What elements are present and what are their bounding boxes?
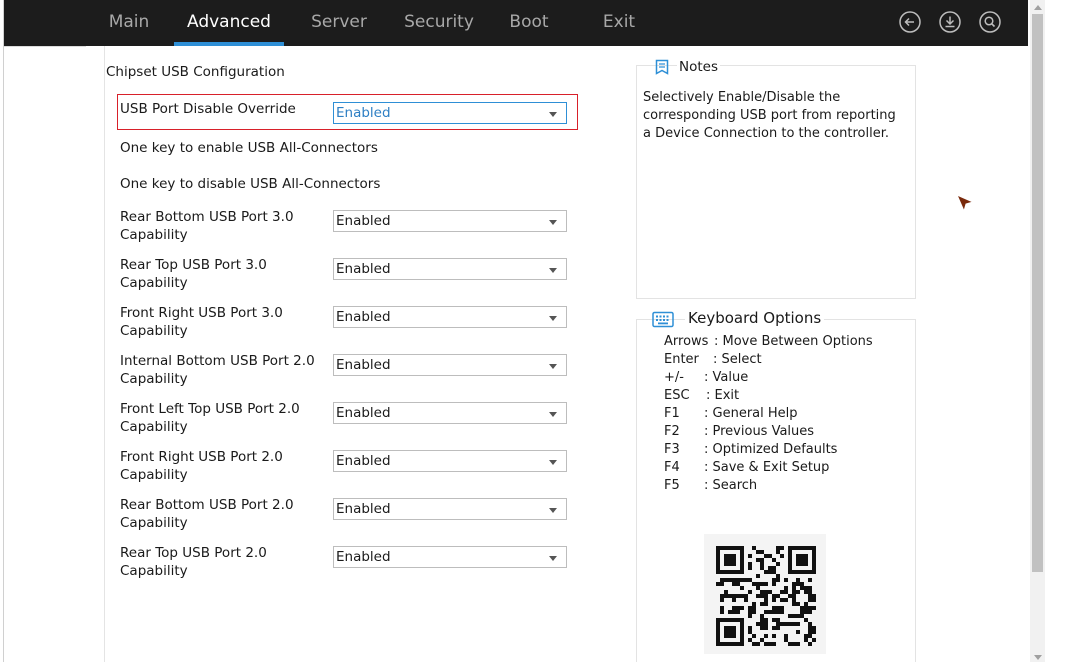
port-dropdown-rear-bottom-3[interactable]: Enabled <box>333 210 567 232</box>
tab-security[interactable]: Security <box>396 0 482 46</box>
vertical-scrollbar[interactable] <box>1030 0 1045 662</box>
notes-text: Selectively Enable/Disable the correspon… <box>643 90 896 141</box>
chevron-down-icon <box>549 364 557 369</box>
key-desc: : Exit <box>706 388 740 403</box>
key-name: F5 <box>664 478 680 493</box>
qr-code <box>704 534 826 654</box>
port-label-rear-bottom-3: Rear Bottom USB Port 3.0 Capability <box>120 209 294 243</box>
chevron-down-icon <box>549 460 557 465</box>
port-label-front-left-top-2: Front Left Top USB Port 2.0 Capability <box>120 401 300 435</box>
key-name: +/- <box>664 370 684 385</box>
notes-icon <box>655 59 669 75</box>
top-nav-bar: Main Advanced Server Security Boot Exit <box>4 0 1028 46</box>
port-dropdown-rear-top-3[interactable]: Enabled <box>333 258 567 280</box>
key-desc: : Previous Values <box>704 424 815 439</box>
chevron-down-icon <box>549 112 557 117</box>
tab-boot[interactable]: Boot <box>502 0 556 46</box>
key-desc: : Save & Exit Setup <box>704 460 830 475</box>
key-hint: Arrows : Move Between Options <box>664 333 873 351</box>
port-dropdown-front-right-2[interactable]: Enabled <box>333 450 567 472</box>
dropdown-value: Enabled <box>336 357 391 373</box>
dropdown-value: Enabled <box>336 405 391 421</box>
key-name: Enter <box>664 352 699 367</box>
dropdown-value: Enabled <box>336 549 391 565</box>
scrollbar-thumb[interactable] <box>1032 14 1043 572</box>
port-dropdown-internal-bottom-2[interactable]: Enabled <box>333 354 567 376</box>
port-dropdown-rear-bottom-2[interactable]: Enabled <box>333 498 567 520</box>
key-name: F1 <box>664 406 680 421</box>
enable-all-action[interactable]: One key to enable USB All-Connectors <box>120 139 420 157</box>
chevron-down-icon <box>549 316 557 321</box>
bios-window: Main Advanced Server Security Boot Exit … <box>3 0 1028 662</box>
key-desc: : General Help <box>704 406 798 421</box>
qr-code-icon <box>716 546 816 646</box>
key-name: F2 <box>664 424 680 439</box>
tab-exit[interactable]: Exit <box>594 0 644 46</box>
chevron-down-icon <box>549 412 557 417</box>
port-label-rear-top-2: Rear Top USB Port 2.0 Capability <box>120 545 267 579</box>
dropdown-value: Enabled <box>336 453 391 469</box>
keyboard-options-title: Keyboard Options <box>685 309 825 327</box>
key-name: Arrows <box>664 334 709 349</box>
key-hint: +/- : Value <box>664 369 748 387</box>
mouse-cursor-icon <box>956 194 975 213</box>
key-desc: : Value <box>704 370 749 385</box>
scroll-up-icon[interactable] <box>1034 5 1042 10</box>
tab-main[interactable]: Main <box>100 0 158 46</box>
chevron-down-icon <box>549 268 557 273</box>
search-icon[interactable] <box>979 11 1001 33</box>
tab-server[interactable]: Server <box>304 0 374 46</box>
key-hint: ESC : Exit <box>664 387 739 405</box>
port-dropdown-rear-top-2[interactable]: Enabled <box>333 546 567 568</box>
scroll-down-icon[interactable] <box>1034 655 1042 660</box>
key-desc: : Optimized Defaults <box>704 442 838 457</box>
key-hint: Enter : Select <box>664 351 762 369</box>
keyboard-icon <box>652 311 674 328</box>
back-icon[interactable] <box>899 11 921 33</box>
port-label-internal-bottom-2: Internal Bottom USB Port 2.0 Capability <box>120 353 315 387</box>
left-divider <box>4 46 86 47</box>
port-label-rear-bottom-2: Rear Bottom USB Port 2.0 Capability <box>120 497 294 531</box>
key-hint: F5 : Search <box>664 477 757 495</box>
key-hint: F1 : General Help <box>664 405 798 423</box>
chevron-down-icon <box>549 508 557 513</box>
dropdown-value: Enabled <box>336 261 391 277</box>
key-hint: F2 : Previous Values <box>664 423 814 441</box>
dropdown-value: Enabled <box>336 501 391 517</box>
key-name: F3 <box>664 442 680 457</box>
port-label-front-right-3: Front Right USB Port 3.0 Capability <box>120 305 283 339</box>
content-left-border <box>104 46 105 662</box>
disable-all-action[interactable]: One key to disable USB All-Connectors <box>120 175 420 193</box>
key-name: F4 <box>664 460 680 475</box>
key-name: ESC <box>664 388 690 403</box>
override-dropdown[interactable]: Enabled <box>333 102 567 124</box>
chevron-down-icon <box>549 220 557 225</box>
key-desc: : Select <box>713 352 762 367</box>
section-title: Chipset USB Configuration <box>106 64 285 80</box>
port-dropdown-front-left-top-2[interactable]: Enabled <box>333 402 567 424</box>
key-hint: F3 : Optimized Defaults <box>664 441 837 459</box>
key-desc: : Move Between Options <box>714 334 873 349</box>
key-desc: : Search <box>704 478 758 493</box>
chevron-down-icon <box>549 556 557 561</box>
key-hint: F4 : Save & Exit Setup <box>664 459 829 477</box>
override-label: USB Port Disable Override <box>120 101 296 117</box>
dropdown-value: Enabled <box>336 213 391 229</box>
port-label-front-right-2: Front Right USB Port 2.0 Capability <box>120 449 283 483</box>
port-dropdown-front-right-3[interactable]: Enabled <box>333 306 567 328</box>
notes-title: Notes <box>677 59 720 75</box>
tab-advanced[interactable]: Advanced <box>174 0 284 46</box>
download-icon[interactable] <box>939 11 961 33</box>
dropdown-value: Enabled <box>336 309 391 325</box>
port-label-rear-top-3: Rear Top USB Port 3.0 Capability <box>120 257 267 291</box>
override-value: Enabled <box>336 105 391 121</box>
